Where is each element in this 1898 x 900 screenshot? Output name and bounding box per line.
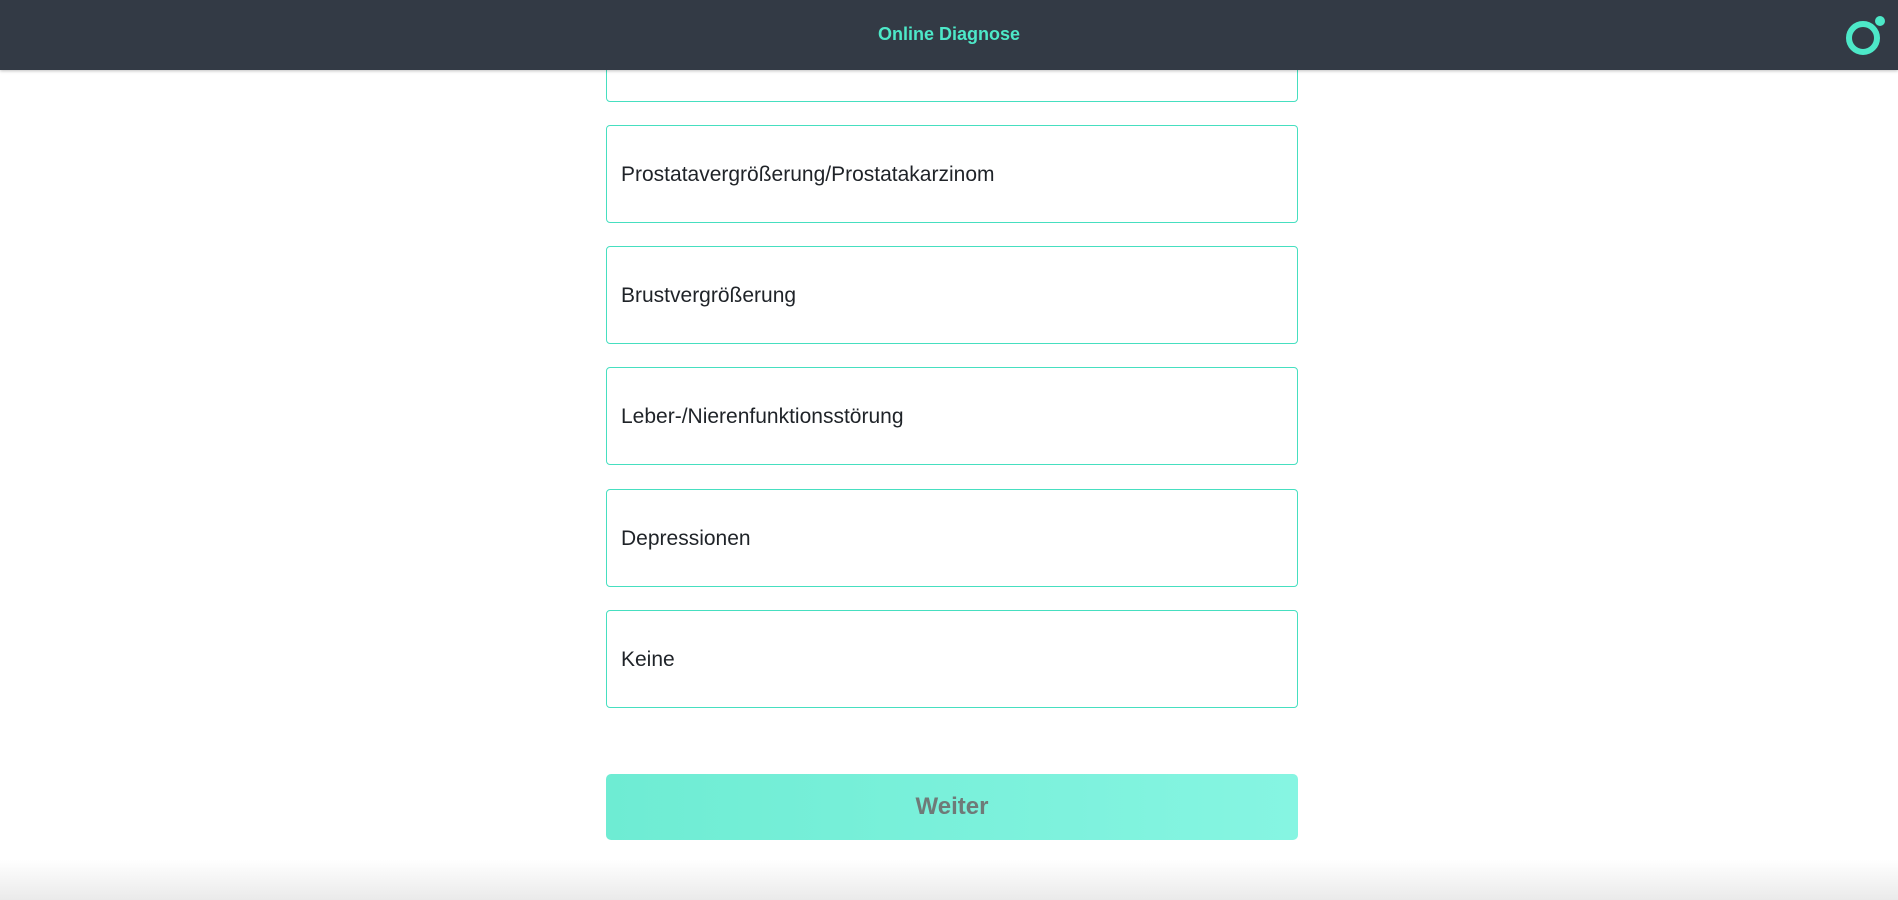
option-label: Leber-/Nierenfunktionsstörung <box>621 405 904 428</box>
option-liver-kidney[interactable]: Leber-/Nierenfunktionsstörung <box>606 367 1298 465</box>
option-label: Depressionen <box>621 527 751 550</box>
option-depression[interactable]: Depressionen <box>606 489 1298 587</box>
option-label: Keine <box>621 648 675 671</box>
questionnaire-page: Prostatavergrößerung/Prostatakarzinom Br… <box>0 0 1898 900</box>
option-prostate[interactable]: Prostatavergrößerung/Prostatakarzinom <box>606 125 1298 223</box>
option-breast-enlargement[interactable]: Brustvergrößerung <box>606 246 1298 344</box>
bottom-fade <box>0 860 1898 900</box>
option-none[interactable]: Keine <box>606 610 1298 708</box>
top-bar: Online Diagnose <box>0 0 1898 70</box>
ring-dot-logo-icon[interactable] <box>1844 14 1888 58</box>
page-title: Online Diagnose <box>877 24 1021 44</box>
next-button[interactable]: Weiter <box>606 774 1298 840</box>
option-label: Brustvergrößerung <box>621 284 797 307</box>
option-label: Prostatavergrößerung/Prostatakarzinom <box>621 163 995 186</box>
